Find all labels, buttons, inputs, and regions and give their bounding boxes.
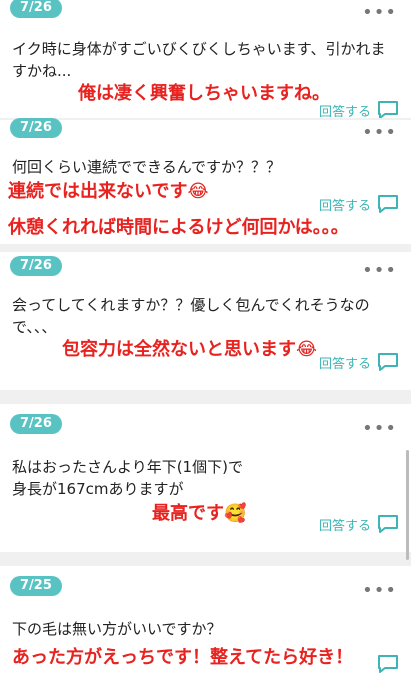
question-text: 私はおったさんより年下(1個下)で身長が167cmありますが	[12, 458, 243, 498]
question-card: 7/26 ••• 会ってしてくれますか？？優しく包んでくれそうなので、、、 包容…	[0, 252, 411, 390]
speech-bubble-icon	[378, 101, 398, 119]
speech-bubble-icon	[378, 195, 398, 213]
more-options-icon[interactable]: •••	[362, 420, 397, 438]
question-text: イク時に身体がすごいびくびくしちゃいます、引かれますかね...	[12, 40, 386, 80]
speech-bubble-icon	[378, 353, 398, 371]
date-badge: 7/26	[10, 256, 62, 276]
question-card: 7/26 ••• イク時に身体がすごいびくびくしちゃいます、引かれますかね...…	[0, 0, 411, 120]
question-card: 7/25 ••• 下の毛は無い方がいいですか？ あった方がえっちです！整えてたら…	[0, 566, 411, 680]
reply-button[interactable]: 回答する	[319, 194, 399, 214]
more-options-icon[interactable]: •••	[362, 124, 397, 142]
question-text: 何回くらい連続でできるんですか？？？	[12, 158, 281, 176]
speech-bubble-icon	[378, 655, 398, 673]
question-card: 7/26 ••• 私はおったさんより年下(1個下)で身長が167cmありますが …	[0, 404, 411, 552]
more-options-icon[interactable]: •••	[362, 582, 397, 600]
answer-text: あった方がえっちです！整えてたら好き！	[12, 647, 354, 668]
reply-label: 回答する	[318, 104, 371, 120]
question-text: 下の毛は無い方がいいですか？	[12, 620, 222, 638]
question-text: 会ってしてくれますか？？優しく包んでくれそうなので、、、	[12, 296, 370, 336]
more-options-icon[interactable]: •••	[362, 4, 397, 22]
question-card: 7/26 ••• 何回くらい連続でできるんですか？？？ 連続では出来ないです😂 …	[0, 118, 411, 240]
date-badge: 7/25	[10, 576, 62, 596]
answer-text: 連続では出来ないです😂	[8, 181, 209, 202]
date-badge: 7/26	[10, 118, 62, 138]
date-badge: 7/26	[10, 0, 62, 18]
divider	[0, 390, 411, 404]
answer-text: 俺は凄く興奮しちゃいますね。	[78, 83, 330, 104]
answer-text: 包容力は全然ないと思います😂	[62, 339, 318, 360]
divider	[0, 552, 411, 566]
scrollbar[interactable]	[406, 450, 409, 560]
speech-bubble-icon	[378, 515, 398, 533]
answer-text: 休憩くれれば時間によるけど何回かは。。。	[8, 217, 349, 238]
divider	[0, 244, 411, 252]
reply-label: 回答する	[318, 356, 371, 372]
answer-text: 最高です🥰	[152, 503, 247, 524]
more-options-icon[interactable]: •••	[362, 262, 397, 280]
reply-button[interactable]	[377, 654, 399, 674]
reply-label: 回答する	[318, 198, 371, 214]
date-badge: 7/26	[10, 414, 62, 434]
reply-label: 回答する	[318, 518, 371, 534]
reply-button[interactable]: 回答する	[319, 100, 399, 120]
reply-button[interactable]: 回答する	[319, 514, 399, 534]
reply-button[interactable]: 回答する	[319, 352, 399, 372]
